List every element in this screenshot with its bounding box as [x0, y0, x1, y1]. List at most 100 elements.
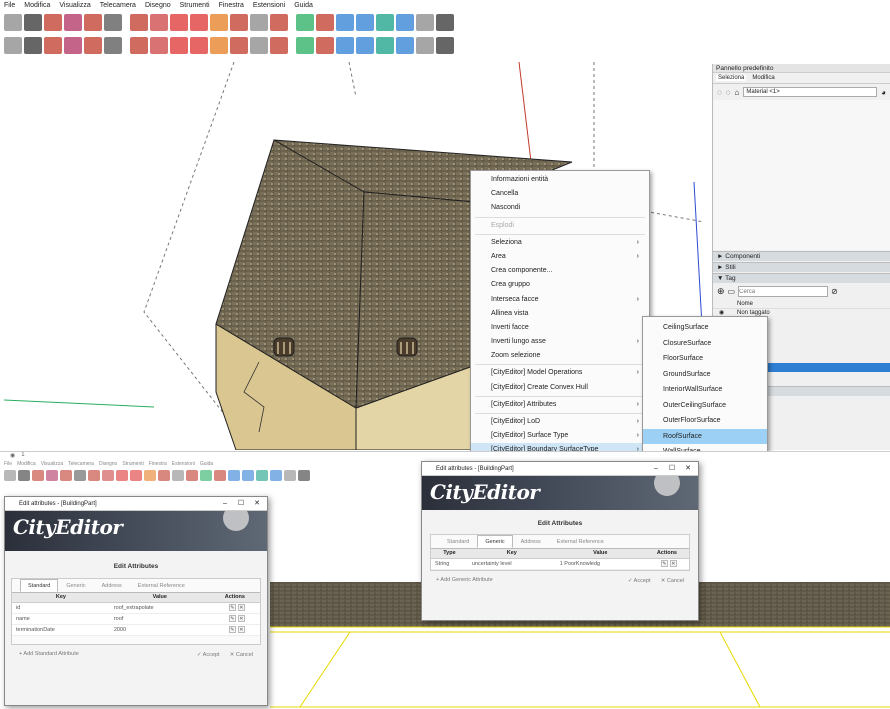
attribute-value[interactable]: 2000	[109, 624, 210, 636]
attribute-tab[interactable]: Address	[513, 535, 549, 548]
menu-telecamera[interactable]: Telecamera	[100, 0, 136, 11]
position-camera-icon[interactable]	[298, 470, 310, 481]
forward-icon[interactable]: ◌	[726, 88, 731, 97]
warning-icon[interactable]	[190, 37, 208, 54]
surface-type-option[interactable]: CeilingSurface	[643, 320, 767, 336]
offset-icon[interactable]	[210, 14, 228, 31]
select-arrow-icon[interactable]	[18, 470, 30, 481]
accept-button[interactable]: ✓ Accept	[624, 576, 655, 586]
accept-button[interactable]: ✓ Accept	[193, 650, 224, 660]
context-menu-item[interactable]: Nascondi	[471, 201, 649, 215]
surface-type-option[interactable]: ClosureSurface	[643, 336, 767, 352]
text-icon[interactable]	[172, 470, 184, 481]
orbit-icon[interactable]	[200, 470, 212, 481]
move-icon[interactable]	[170, 14, 188, 31]
delete-icon[interactable]: ✕	[669, 560, 677, 567]
look-around-icon[interactable]	[416, 14, 434, 31]
surface-type-option[interactable]: InteriorWallSurface	[643, 382, 767, 398]
add-tag-icon[interactable]: ⊕	[717, 286, 725, 297]
menu-file[interactable]: File	[4, 0, 15, 11]
cad-icon[interactable]	[84, 37, 102, 54]
cancel-button[interactable]: ✕ Cancel	[226, 650, 257, 660]
strip-menu-item[interactable]: Visualizza	[41, 461, 63, 470]
pan-icon[interactable]	[214, 470, 226, 481]
section-plane-icon[interactable]	[376, 14, 394, 31]
surface-type-option[interactable]: FloorSurface	[643, 351, 767, 367]
context-menu-item[interactable]: Area ›	[471, 250, 649, 264]
layers-icon[interactable]	[250, 37, 268, 54]
rotate-icon[interactable]	[150, 14, 168, 31]
move-icon[interactable]	[116, 470, 128, 481]
person-icon[interactable]	[64, 37, 82, 54]
close-button[interactable]: ✕	[680, 462, 696, 476]
strip-menu-item[interactable]: Modifica	[17, 461, 36, 470]
context-menu-item[interactable]: [CityEditor] LoD ›	[471, 415, 649, 429]
material-select[interactable]: Material <1>	[743, 87, 878, 97]
delete-icon[interactable]: ✕	[237, 604, 245, 611]
menu-visualizza[interactable]: Visualizza	[59, 0, 90, 11]
building-yellow-icon[interactable]	[356, 37, 374, 54]
context-menu-item[interactable]: Interseca facce ›	[471, 293, 649, 307]
delete-icon[interactable]: ✕	[237, 615, 245, 622]
attribute-tab[interactable]: Generic	[58, 579, 93, 592]
cancel-button[interactable]: ✕ Cancel	[657, 576, 688, 586]
maximize-button[interactable]: ☐	[233, 497, 249, 511]
look-around-icon[interactable]	[284, 470, 296, 481]
surface-type-option[interactable]: RoofSurface	[643, 428, 767, 444]
gml-icon[interactable]	[24, 37, 42, 54]
add-standard-attribute-button[interactable]: + Add Standard Attribute	[15, 649, 83, 659]
delete-icon[interactable]: ✕	[237, 626, 245, 633]
tray-tab-edit[interactable]: Modifica	[752, 75, 774, 81]
menu-modifica[interactable]: Modifica	[24, 0, 50, 11]
attribute-value[interactable]: 1 PoorKnowledg	[555, 558, 645, 570]
location-icon[interactable]	[130, 37, 148, 54]
back-icon[interactable]: ◌	[717, 88, 722, 97]
push-pull-icon[interactable]	[130, 14, 148, 31]
eraser-icon[interactable]	[44, 14, 62, 31]
zoom-icon[interactable]	[228, 470, 240, 481]
edit-icon[interactable]: ✎	[228, 604, 236, 611]
zoom-icon[interactable]	[336, 14, 354, 31]
menu-strumenti[interactable]: Strumenti	[180, 0, 210, 11]
context-menu-item[interactable]: Zoom selezione	[471, 349, 649, 363]
text-icon[interactable]	[250, 14, 268, 31]
strip-menu-item[interactable]: Telecamera	[68, 461, 94, 470]
zoom-extents-icon[interactable]	[356, 14, 374, 31]
context-menu-item[interactable]: [CityEditor] Attributes ›	[471, 398, 649, 412]
context-menu-item[interactable]: [CityEditor] Model Operations ›	[471, 366, 649, 380]
strip-menu-item[interactable]: Disegno	[99, 461, 117, 470]
building-blue-icon[interactable]	[376, 37, 394, 54]
tape-icon[interactable]	[230, 14, 248, 31]
tray-tab-select[interactable]: Seleziona	[716, 75, 747, 81]
search-icon[interactable]	[4, 14, 22, 31]
building-grey-icon[interactable]	[396, 37, 414, 54]
context-menu-item[interactable]: Informazioni entità	[471, 173, 649, 187]
attribute-tab[interactable]: Address	[94, 579, 130, 592]
edit-icon[interactable]: ✎	[228, 615, 236, 622]
push-pull-icon[interactable]	[88, 470, 100, 481]
shape-icon[interactable]	[84, 14, 102, 31]
tag-search-input[interactable]	[738, 286, 829, 297]
search-icon[interactable]	[4, 470, 16, 481]
eraser-icon[interactable]	[32, 470, 44, 481]
building-red-icon[interactable]	[336, 37, 354, 54]
section-plane-icon[interactable]	[256, 470, 268, 481]
surface-type-option[interactable]: OuterFloorSurface	[643, 413, 767, 429]
walk-icon[interactable]	[270, 470, 282, 481]
minus-icon[interactable]	[296, 37, 314, 54]
strip-menu-item[interactable]: File	[4, 461, 12, 470]
paint-bucket-icon[interactable]	[104, 14, 122, 31]
citygml-icon[interactable]	[4, 37, 22, 54]
menu-estensioni[interactable]: Estensioni	[253, 0, 285, 11]
offset-icon[interactable]	[144, 470, 156, 481]
zoom-extents-icon[interactable]	[242, 470, 254, 481]
menu-disegno[interactable]: Disegno	[145, 0, 171, 11]
strip-menu-item[interactable]: Strumenti	[122, 461, 143, 470]
rotate-icon[interactable]	[102, 470, 114, 481]
plus-icon[interactable]	[270, 37, 288, 54]
pan-icon[interactable]	[316, 14, 334, 31]
edit-icon[interactable]: ✎	[660, 560, 668, 567]
context-menu-item[interactable]: Cancella	[471, 187, 649, 201]
save-as-icon[interactable]	[436, 37, 454, 54]
scale-icon[interactable]	[190, 14, 208, 31]
